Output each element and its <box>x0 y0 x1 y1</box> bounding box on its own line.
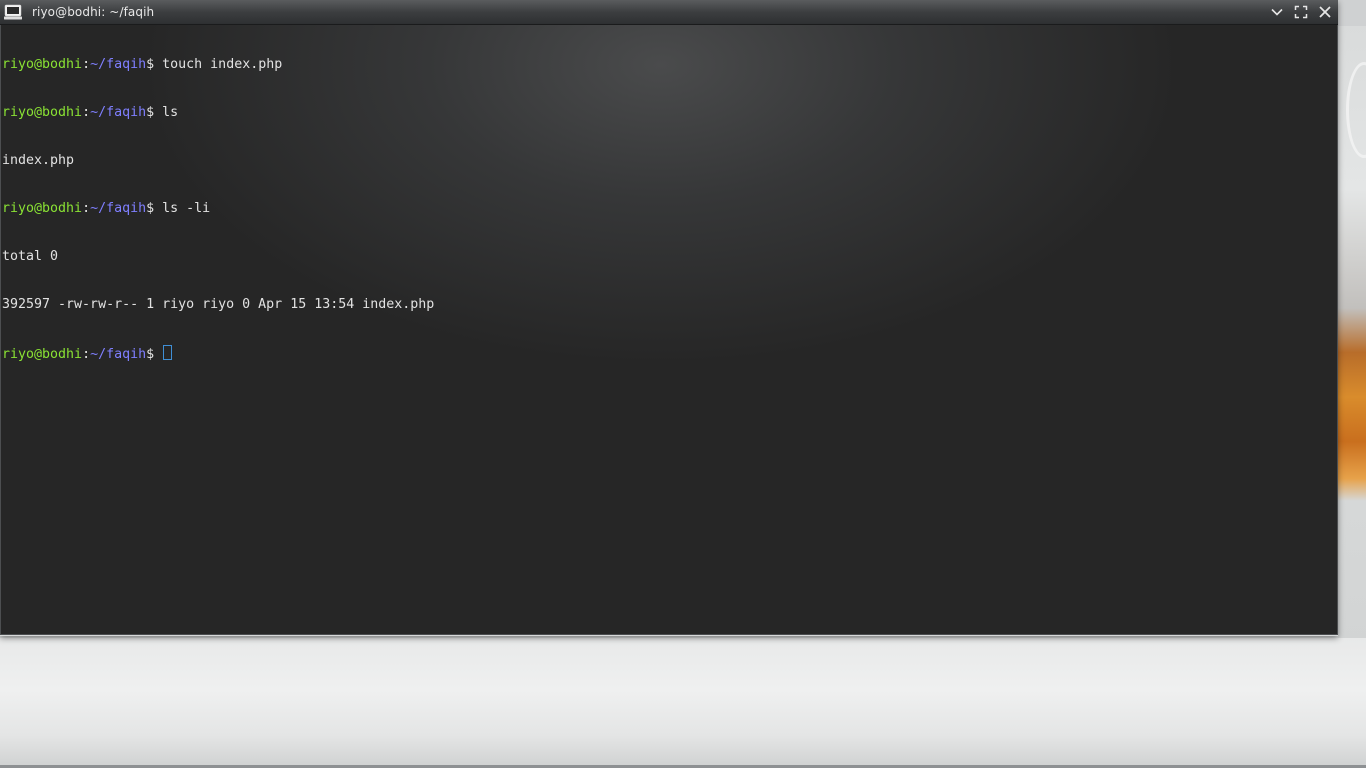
maximize-icon <box>1294 5 1308 19</box>
minimize-button[interactable] <box>1268 3 1286 21</box>
prompt-user: riyo@bodhi <box>2 105 83 120</box>
prompt-path: ~/faqih <box>90 57 147 72</box>
prompt-symbol: $ <box>146 105 155 120</box>
prompt-symbol: $ <box>146 57 155 72</box>
command-text: ls -li <box>154 201 211 216</box>
terminal-line: riyo@bodhi:~/faqih$ ls -li <box>2 201 434 217</box>
terminal-line: riyo@bodhi:~/faqih$ touch index.php <box>2 57 434 73</box>
maximize-button[interactable] <box>1292 3 1310 21</box>
prompt-separator: : <box>82 347 91 362</box>
terminal-output[interactable]: riyo@bodhi:~/faqih$ touch index.php riyo… <box>0 25 1338 635</box>
prompt-symbol: $ <box>146 201 155 216</box>
desktop-wallpaper-bottom <box>0 638 1366 768</box>
prompt-user: riyo@bodhi <box>2 201 83 216</box>
prompt-separator: : <box>82 57 91 72</box>
terminal-line: riyo@bodhi:~/faqih$ <box>2 345 434 362</box>
terminal-lines: riyo@bodhi:~/faqih$ touch index.php riyo… <box>2 25 434 393</box>
prompt-symbol: $ <box>146 347 155 362</box>
terminal-window: riyo@bodhi: ~/faqih riyo@bodhi:~/faqih$ … <box>0 0 1338 636</box>
output-line: index.php <box>2 153 75 168</box>
close-button[interactable] <box>1316 3 1334 21</box>
close-icon <box>1319 6 1331 18</box>
prompt-path: ~/faqih <box>90 347 147 362</box>
terminal-icon[interactable] <box>4 4 22 20</box>
prompt-path: ~/faqih <box>90 201 147 216</box>
output-line: 392597 -rw-rw-r-- 1 riyo riyo 0 Apr 15 1… <box>2 297 435 312</box>
window-titlebar[interactable]: riyo@bodhi: ~/faqih <box>0 0 1338 25</box>
terminal-line: riyo@bodhi:~/faqih$ ls <box>2 105 434 121</box>
prompt-user: riyo@bodhi <box>2 347 83 362</box>
prompt-user: riyo@bodhi <box>2 57 83 72</box>
text-cursor <box>163 345 173 360</box>
command-text: ls <box>154 105 179 120</box>
command-text <box>154 347 162 362</box>
window-controls <box>1268 0 1334 24</box>
prompt-separator: : <box>82 201 91 216</box>
chevron-down-icon <box>1271 8 1283 16</box>
command-text: touch index.php <box>154 57 283 72</box>
prompt-separator: : <box>82 105 91 120</box>
output-line: total 0 <box>2 249 59 264</box>
window-title: riyo@bodhi: ~/faqih <box>32 5 155 19</box>
prompt-path: ~/faqih <box>90 105 147 120</box>
